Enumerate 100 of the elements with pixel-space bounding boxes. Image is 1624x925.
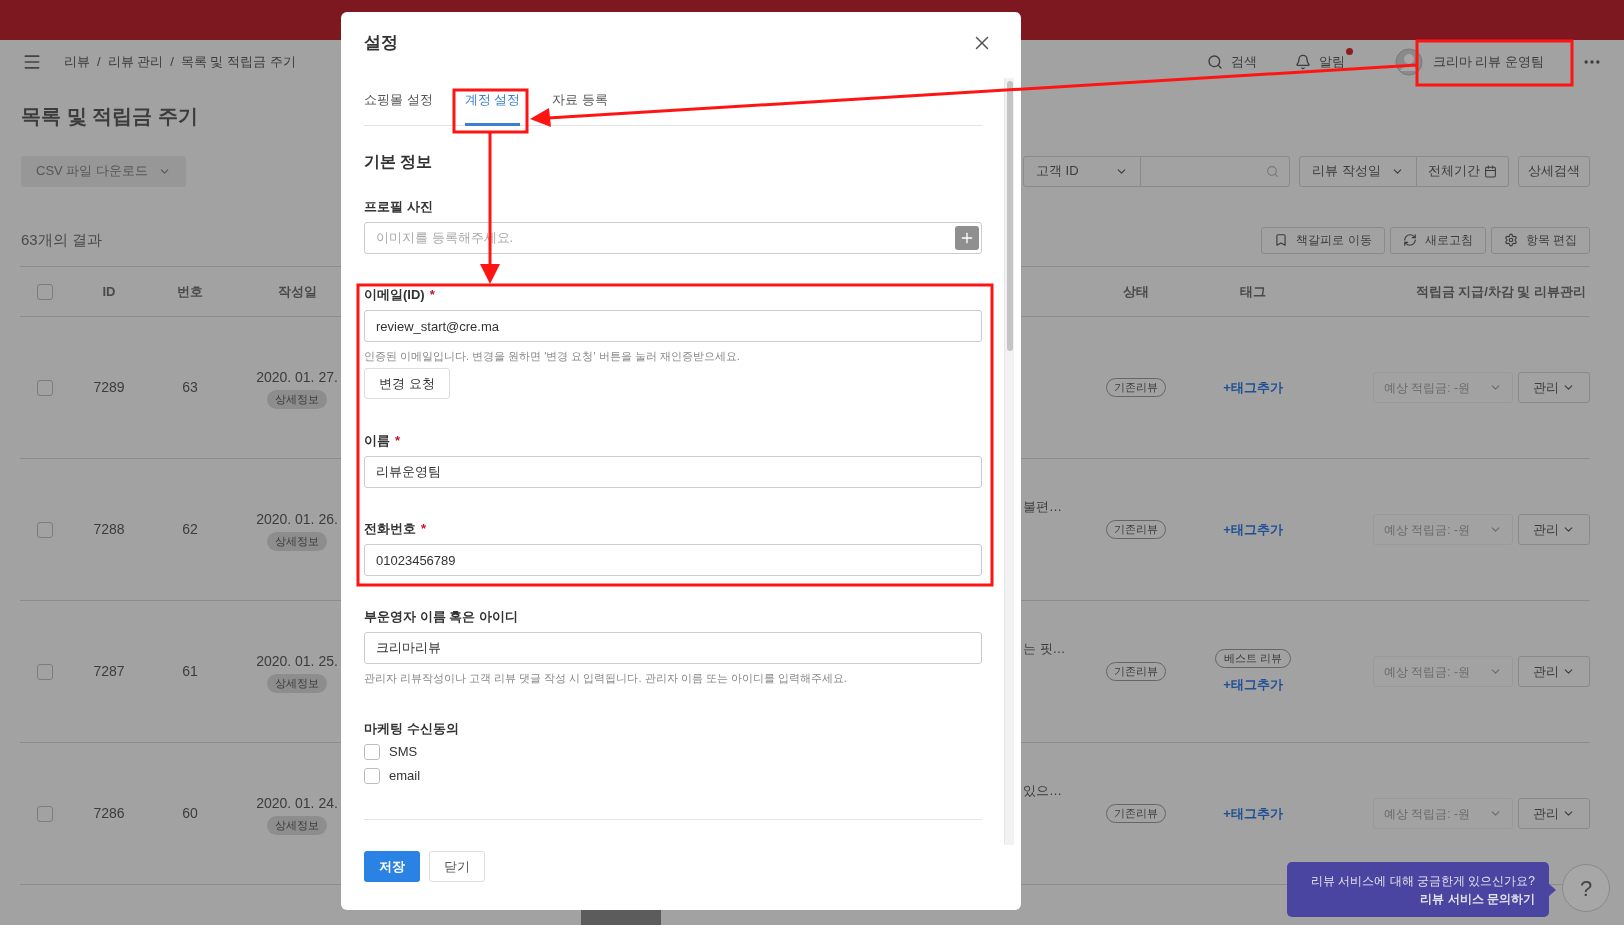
review-text: 는 핏… [1022,640,1067,658]
tab[interactable]: 자료 등록 [552,86,608,126]
column-header: 적립금 지급/차감 및 리뷰관리 [1414,282,1587,301]
bell-icon [1294,54,1311,70]
table-cell-text: 2020. 01. 26. [256,509,338,529]
page-title: 목록 및 적립금 주기 [21,104,198,129]
add-tag-link[interactable]: +태그추가 [1223,803,1283,824]
manage-select[interactable]: 관리 [1518,372,1590,403]
checkbox-label: email [389,767,421,786]
review-text: 있으… [1022,782,1063,800]
close-button[interactable]: 닫기 [429,851,485,882]
toolbar-button[interactable]: 책갈피로 이동 [1261,226,1385,254]
checkbox[interactable] [364,768,380,784]
period-picker[interactable]: 전체기간 [1417,155,1509,187]
table-cell-text: 7288 [92,520,126,539]
required-mark: * [429,286,435,305]
checkbox[interactable] [37,663,53,680]
notifications-button[interactable]: 알림 [1294,52,1345,72]
plus-icon [959,230,975,246]
toolbar-button[interactable]: 새로고침 [1389,226,1486,254]
table-cell-text: 60 [181,804,199,823]
add-tag-link[interactable]: +태그추가 [1223,377,1283,398]
table-cell-text: 2020. 01. 25. [256,651,338,671]
detail-tag[interactable]: 상세정보 [267,673,327,693]
table-cell-text: 7286 [92,804,126,823]
checkbox[interactable] [37,521,53,538]
scrollbar[interactable] [1004,78,1014,845]
refresh-icon [1402,233,1417,247]
add-image-button[interactable] [955,226,979,250]
breadcrumb-item[interactable]: 목록 및 적립금 주기 [180,52,296,72]
search-icon [1266,164,1279,178]
user-menu[interactable]: 크리마 리뷰 운영팀 [1394,48,1544,76]
field-hint: 관리자 리뷰작성이나 고객 리뷰 댓글 작성 시 입력됩니다. 관리자 이름 또는 아이디를 입력해주세요. [364,671,848,686]
field-label: 이름 [364,432,390,451]
detail-tag[interactable]: 상세정보 [267,531,327,551]
add-tag-link[interactable]: +태그추가 [1223,519,1283,540]
result-count: 63개의 결과 [21,229,102,250]
field-label: 마케팅 수신동의 [364,720,460,738]
column-header: 작성일 [276,282,318,301]
checkbox[interactable] [37,805,53,822]
tooltip-pointer-icon [1549,883,1556,896]
table-cell-text: 61 [181,662,199,681]
help-question: 리뷰 서비스에 대해 궁금한게 있으신가요? [1311,872,1535,890]
field-hint: 인증된 이메일입니다. 변경을 원하면 '변경 요청' 버튼을 눌러 재인증받으세요. [364,349,741,364]
text-field[interactable]: 01023456789 [364,544,982,576]
required-mark: * [395,432,401,451]
save-button[interactable]: 저장 [364,851,420,882]
checkbox[interactable] [37,283,53,300]
settings-icon [1503,233,1518,247]
field-label: 전화번호 [364,520,416,539]
detail-tag[interactable]: 상세정보 [267,815,327,835]
field-label: 프로필 사진 [364,198,433,217]
table-cell-text: 2020. 01. 24. [256,793,338,813]
required-mark: * [421,520,427,539]
detail-tag[interactable]: 상세정보 [267,389,327,409]
date-type-select[interactable]: 리뷰 작성일 [1299,155,1417,187]
manage-select[interactable]: 관리 [1518,798,1590,829]
add-tag-link[interactable]: +태그추가 [1223,674,1283,695]
breadcrumb-separator: / [170,53,174,72]
calendar-icon [1484,164,1497,178]
change-request-button[interactable]: 변경 요청 [364,368,450,399]
text-field[interactable]: 크리마리뷰 [364,632,982,664]
column-header: ID [101,282,117,301]
help-link[interactable]: 리뷰 서비스 문의하기 [1420,889,1535,908]
text-field[interactable]: 리뷰운영팀 [364,456,982,488]
field-label: 이메일(ID) [364,286,425,305]
column-header: 태그 [1239,282,1267,301]
column-header: 번호 [176,282,204,301]
review-text: 불편… [1022,498,1063,516]
manage-select[interactable]: 관리 [1518,514,1590,545]
search-icon [1206,54,1223,70]
breadcrumb-item[interactable]: 리뷰 [64,52,90,72]
text-field[interactable]: review_start@cre.ma [364,310,982,342]
avatar-icon [1394,48,1423,76]
help-button[interactable]: ? [1562,864,1610,912]
table-cell-text: 62 [181,520,199,539]
toolbar-button[interactable]: 항목 편집 [1490,226,1590,254]
section-title: 기본 정보 [364,152,434,172]
search-field[interactable] [1141,155,1290,187]
column-header: 상태 [1122,282,1150,301]
field-label: 부운영자 이름 혹은 아이디 [364,608,518,627]
tab[interactable]: 쇼핑몰 설정 [364,86,433,126]
table-cell-text: 2020. 01. 27. [256,367,338,387]
scrollbar-thumb[interactable] [1006,81,1013,351]
table-cell-text: 7289 [92,378,126,397]
breadcrumb-separator: / [97,53,101,72]
table-cell-text: 7287 [92,662,126,681]
breadcrumb-item[interactable]: 리뷰 관리 [107,52,164,72]
field-select[interactable]: 고객 ID [1023,155,1141,187]
tab[interactable]: 계정 설정 [464,86,521,126]
checkbox-label: SMS [389,743,418,762]
manage-select[interactable]: 관리 [1518,656,1590,687]
menu-icon[interactable] [22,52,42,72]
detail-search-button[interactable]: 상세검색 [1518,155,1590,187]
help-tooltip[interactable]: 리뷰 서비스에 대해 궁금한게 있으신가요? 리뷰 서비스 문의하기 [1287,862,1549,917]
checkbox[interactable] [364,744,380,760]
checkbox[interactable] [37,379,53,396]
table-cell-text: 63 [181,378,199,397]
bookmark-icon [1274,233,1289,247]
search-button[interactable]: 검색 [1206,52,1257,72]
